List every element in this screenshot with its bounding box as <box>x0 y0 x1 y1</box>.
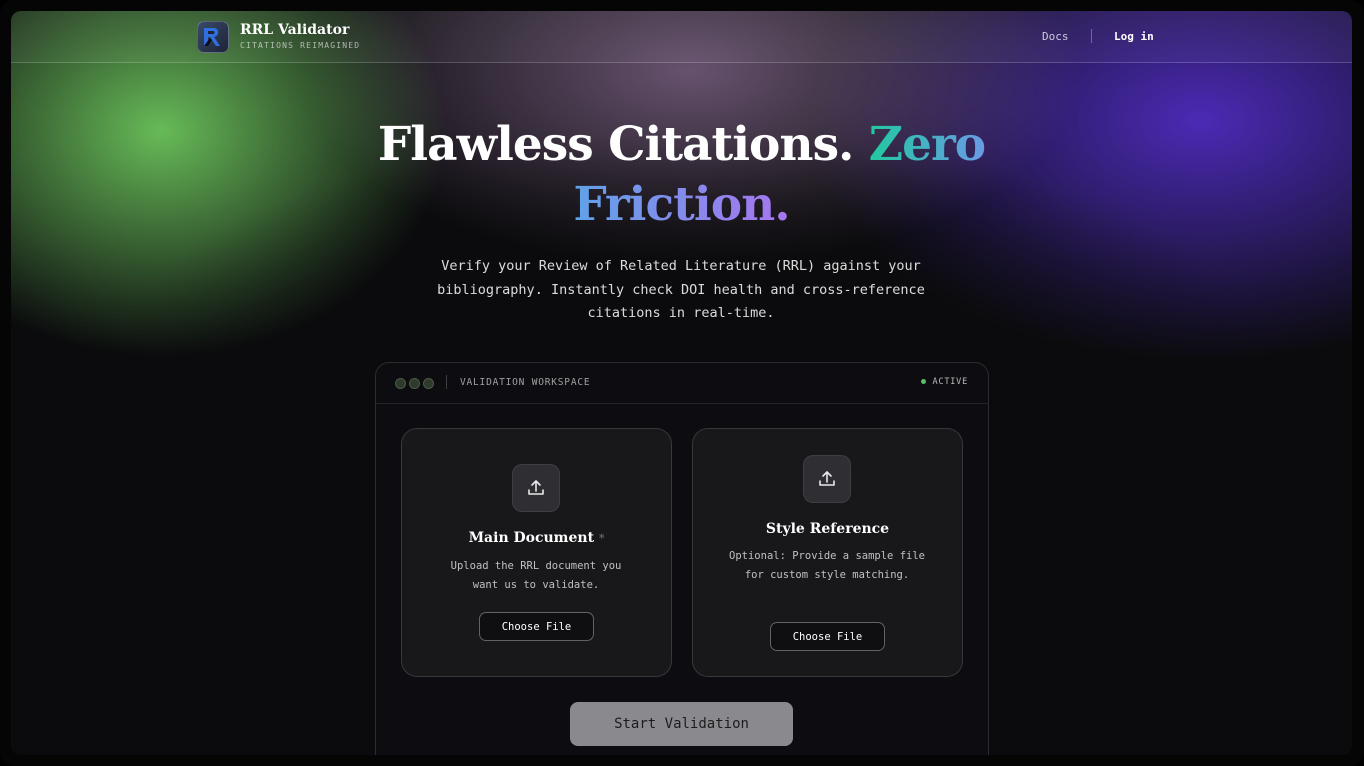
logo-icon[interactable] <box>197 21 229 53</box>
hero-subtitle: Verify your Review of Related Literature… <box>437 258 925 321</box>
card-description: Upload the RRL document you want us to v… <box>450 560 622 591</box>
hero-title-plain: Flawless Citations. <box>377 117 855 172</box>
choose-file-button[interactable]: Choose File <box>479 612 594 641</box>
nav-login-link[interactable]: Log in <box>1114 30 1154 43</box>
start-validation-button[interactable]: Start Validation <box>570 702 793 746</box>
workspace-title: VALIDATION WORKSPACE <box>460 377 591 388</box>
validation-workspace: VALIDATION WORKSPACE ACTIVE Main Documen… <box>375 362 989 755</box>
card-description: Optional: Provide a sample file for cust… <box>729 550 925 581</box>
window-dot-icon <box>395 378 406 389</box>
card-title: Main Document * <box>402 530 671 546</box>
brand-name[interactable]: RRL Validator <box>240 22 349 38</box>
nav-docs-link[interactable]: Docs <box>1042 30 1069 43</box>
status-badge: ACTIVE <box>921 377 968 387</box>
required-mark: * <box>598 532 605 545</box>
hero-title-accent-2: Friction. <box>573 177 790 232</box>
card-title: Style Reference <box>765 521 890 537</box>
choose-file-button[interactable]: Choose File <box>770 622 885 651</box>
window-dot-icon <box>409 378 420 389</box>
status-dot-icon <box>921 379 927 384</box>
status-text: ACTIVE <box>932 377 968 387</box>
hero-title: Flawless Citations. Zero Friction. <box>11 115 1352 235</box>
card-title-text: Main Document <box>468 530 595 546</box>
upload-icon[interactable] <box>803 455 851 503</box>
header-divider <box>446 375 447 389</box>
upload-icon[interactable] <box>512 464 560 512</box>
hero-title-accent-1: Zero <box>868 117 986 172</box>
style-reference-card[interactable]: Style Reference Optional: Provide a samp… <box>692 428 963 677</box>
main-document-card[interactable]: Main Document * Upload the RRL document … <box>401 428 672 677</box>
top-nav: RRL Validator CITATIONS REIMAGINED Docs … <box>11 11 1352 63</box>
workspace-header: VALIDATION WORKSPACE ACTIVE <box>376 363 988 404</box>
window-dot-icon <box>423 378 434 389</box>
brand-tagline: CITATIONS REIMAGINED <box>240 41 361 50</box>
nav-divider <box>1091 29 1092 43</box>
app-screen: RRL Validator CITATIONS REIMAGINED Docs … <box>11 11 1352 755</box>
device-frame: RRL Validator CITATIONS REIMAGINED Docs … <box>0 0 1364 766</box>
